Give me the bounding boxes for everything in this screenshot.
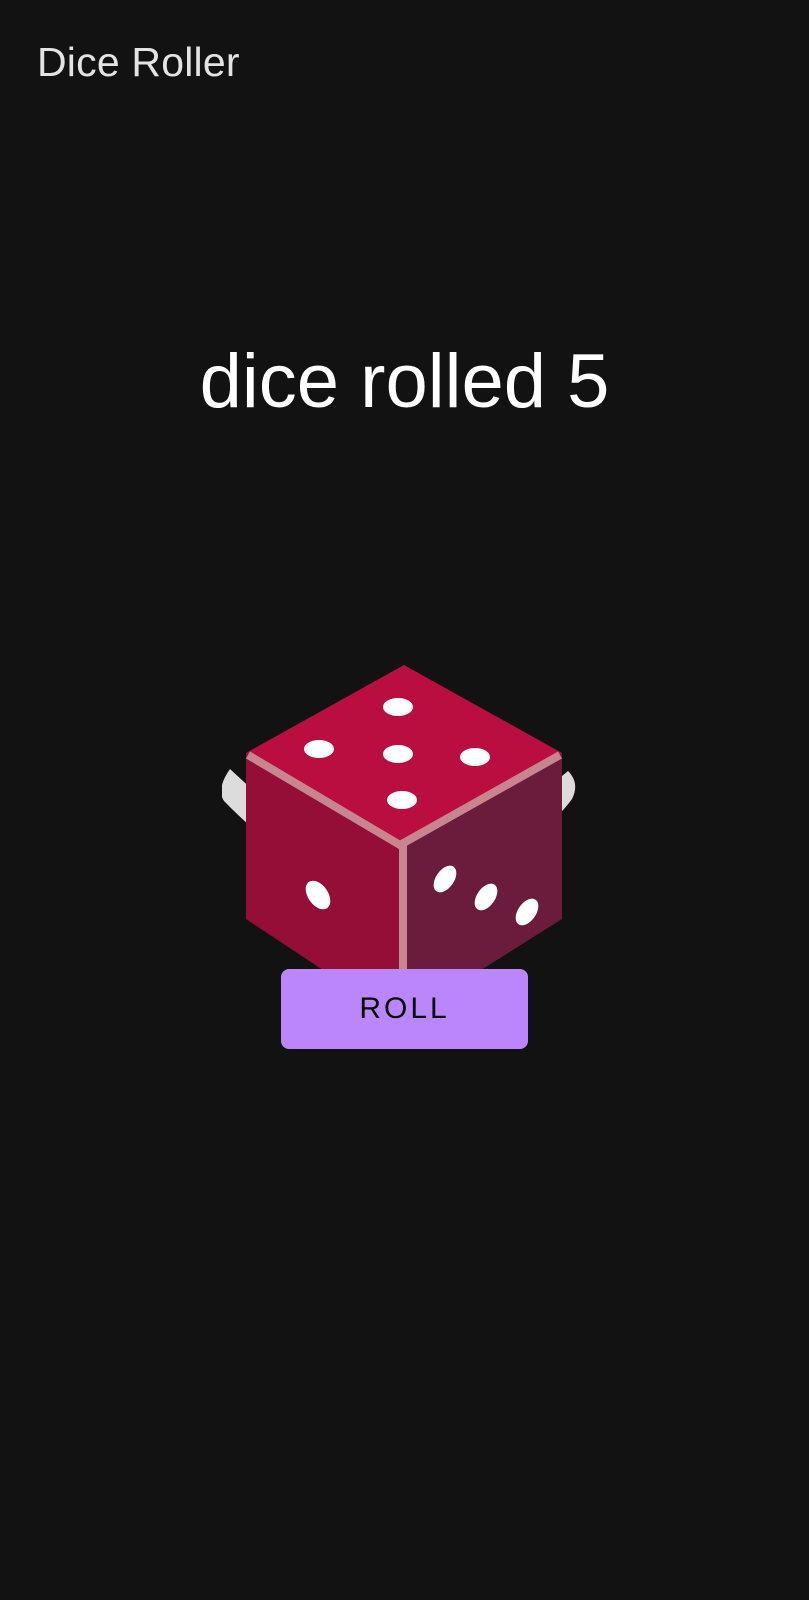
app-bar: Dice Roller	[0, 0, 809, 125]
app-title: Dice Roller	[37, 39, 240, 85]
dice-pip	[304, 740, 334, 758]
roll-button[interactable]: Roll	[281, 969, 528, 1049]
dice-pip	[387, 791, 417, 809]
dice-result-text: dice rolled 5	[199, 339, 610, 424]
dice-pip	[383, 745, 413, 763]
main-content: dice rolled 5 Roll	[0, 125, 809, 1600]
dice-pip	[383, 698, 413, 716]
dice-pip	[460, 748, 490, 766]
